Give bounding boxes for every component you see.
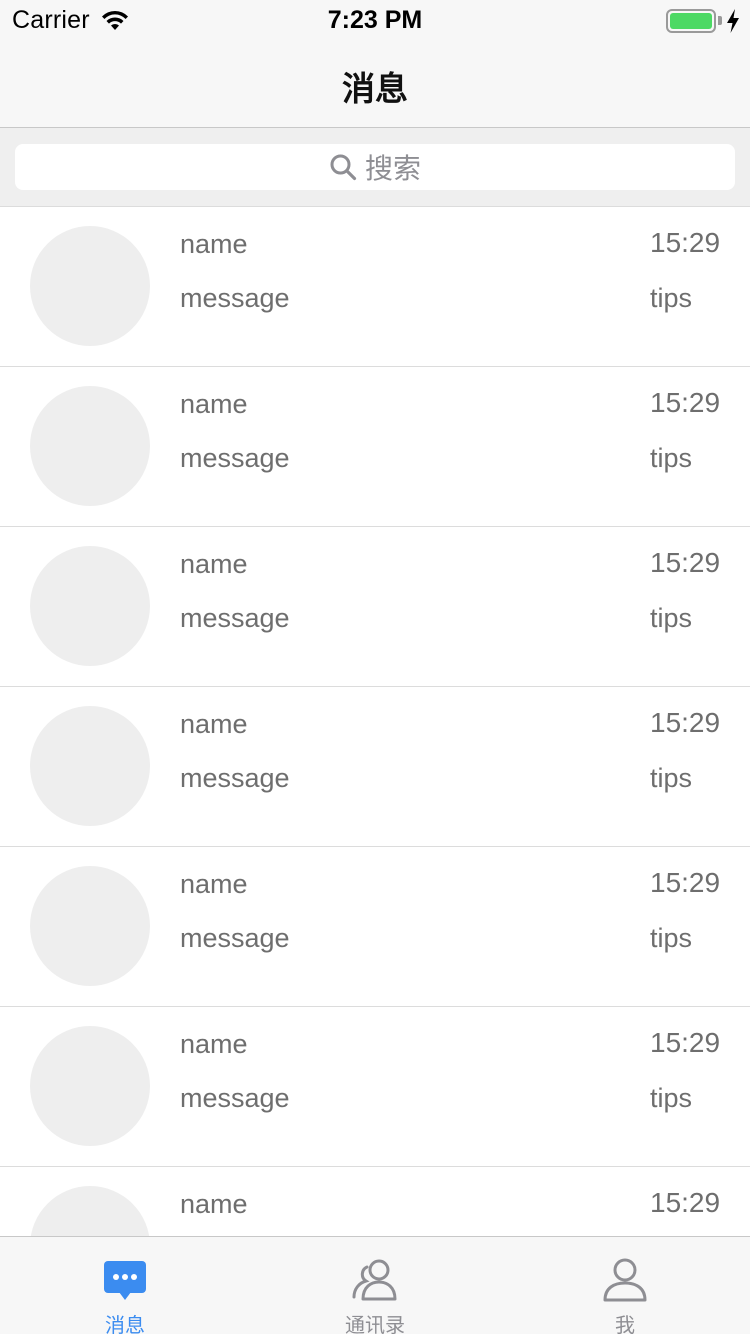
charging-bolt-icon	[727, 9, 739, 33]
search-icon	[330, 154, 357, 181]
contact-name: name	[180, 1029, 248, 1059]
conversation-row[interactable]: name message 15:29 tips	[0, 687, 750, 847]
avatar	[30, 386, 150, 506]
avatar	[30, 226, 150, 346]
tab-label: 消息	[105, 1315, 145, 1334]
contact-name: name	[180, 229, 248, 259]
conversation-row[interactable]: name message 15:29 tips	[0, 1167, 750, 1236]
message-tips: tips	[650, 763, 693, 793]
search-bar-container: 搜索	[0, 128, 750, 207]
message-preview: message	[180, 443, 290, 473]
chat-bubble-icon	[104, 1261, 146, 1300]
message-preview: message	[180, 1083, 290, 1113]
message-preview: message	[180, 283, 290, 313]
message-preview: message	[180, 763, 290, 793]
tab-me[interactable]: 我	[500, 1237, 750, 1334]
avatar	[30, 1026, 150, 1146]
message-time: 15:29	[650, 547, 721, 578]
navigation-bar: 消息	[0, 40, 750, 128]
person-icon	[603, 1258, 647, 1302]
contact-name: name	[180, 1189, 248, 1219]
tab-messages[interactable]: 消息	[0, 1237, 250, 1334]
conversation-row[interactable]: name message 15:29 tips	[0, 207, 750, 367]
message-time: 15:29	[650, 1187, 721, 1218]
contact-name: name	[180, 549, 248, 579]
contact-name: name	[180, 389, 248, 419]
conversation-row[interactable]: name message 15:29 tips	[0, 1007, 750, 1167]
avatar	[30, 1186, 150, 1236]
tab-contacts[interactable]: 通讯录	[250, 1237, 500, 1334]
tab-label: 我	[615, 1315, 635, 1334]
message-time: 15:29	[650, 707, 721, 738]
message-time: 15:29	[650, 227, 721, 258]
message-tips: tips	[650, 603, 693, 633]
contacts-icon	[352, 1259, 397, 1301]
status-bar: Carrier 7:23 PM	[0, 0, 750, 40]
message-preview: message	[180, 603, 290, 633]
messages-screen: Carrier 7:23 PM 消息 搜索 name message 15:29…	[0, 0, 750, 1334]
message-tips: tips	[650, 283, 693, 313]
avatar	[30, 866, 150, 986]
avatar	[30, 546, 150, 666]
message-time: 15:29	[650, 867, 721, 898]
conversation-row[interactable]: name message 15:29 tips	[0, 367, 750, 527]
tab-label: 通讯录	[345, 1315, 405, 1334]
status-time: 7:23 PM	[327, 6, 423, 34]
message-tips: tips	[650, 923, 693, 953]
page-title: 消息	[342, 70, 408, 107]
search-input[interactable]: 搜索	[15, 144, 735, 190]
message-preview: message	[180, 923, 290, 953]
conversation-row[interactable]: name message 15:29 tips	[0, 847, 750, 1007]
contact-name: name	[180, 709, 248, 739]
conversation-row[interactable]: name message 15:29 tips	[0, 527, 750, 687]
message-time: 15:29	[650, 1027, 721, 1058]
message-time: 15:29	[650, 387, 721, 418]
contact-name: name	[180, 869, 248, 899]
conversation-list[interactable]: name message 15:29 tips name message 15:…	[0, 207, 750, 1236]
battery-level-fill	[670, 13, 712, 29]
message-tips: tips	[650, 1083, 693, 1113]
avatar	[30, 706, 150, 826]
search-placeholder: 搜索	[364, 153, 421, 184]
battery-icon	[666, 9, 716, 33]
message-tips: tips	[650, 443, 693, 473]
battery-cap	[718, 16, 722, 25]
tab-bar: 消息 通讯录 我	[0, 1236, 750, 1334]
